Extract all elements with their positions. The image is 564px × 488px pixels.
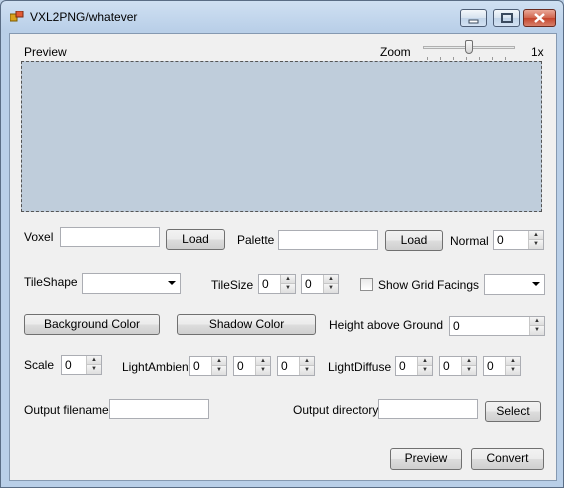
shadow-color-button[interactable]: Shadow Color <box>177 314 316 335</box>
tileshape-dropdown[interactable] <box>82 273 181 294</box>
light-diffuse-b-value[interactable]: 0 <box>487 359 494 373</box>
spin-up-icon[interactable]: ▲ <box>529 231 543 240</box>
palette-load-button[interactable]: Load <box>385 230 443 251</box>
client-area: Preview Zoom 1x Voxel Load Palette Load … <box>9 33 557 481</box>
voxel-input[interactable] <box>60 227 160 247</box>
spin-down-icon[interactable]: ▼ <box>462 366 476 375</box>
select-directory-button[interactable]: Select <box>485 401 541 422</box>
normal-value[interactable]: 0 <box>497 233 504 247</box>
tilesize-width-value[interactable]: 0 <box>262 277 269 291</box>
close-icon <box>534 13 545 23</box>
facings-label: Facings <box>437 278 480 292</box>
tilesize-height-value[interactable]: 0 <box>305 277 312 291</box>
spin-down-icon[interactable]: ▼ <box>281 284 295 293</box>
facings-dropdown[interactable] <box>484 274 545 295</box>
zoom-tick <box>505 57 506 60</box>
chevron-down-icon[interactable] <box>532 282 540 286</box>
spin-up-icon[interactable]: ▲ <box>530 317 544 326</box>
window-title: VXL2PNG/whatever <box>30 10 138 24</box>
scale-label: Scale <box>24 358 55 372</box>
preview-canvas[interactable] <box>21 61 542 212</box>
light-diffuse-r-value[interactable]: 0 <box>399 359 406 373</box>
convert-button[interactable]: Convert <box>471 448 544 470</box>
spin-up-icon[interactable]: ▲ <box>300 357 314 366</box>
zoom-tick <box>466 57 467 60</box>
app-window: VXL2PNG/whatever Preview Zoom 1x Voxel L… <box>0 0 564 488</box>
palette-input[interactable] <box>278 230 378 250</box>
spin-up-icon[interactable]: ▲ <box>506 357 520 366</box>
zoom-tick <box>440 57 441 60</box>
spin-up-icon[interactable]: ▲ <box>212 357 226 366</box>
spin-up-icon[interactable]: ▲ <box>281 275 295 284</box>
light-ambient-r-value[interactable]: 0 <box>193 359 200 373</box>
light-ambient-b-spinner[interactable]: 0 ▲ ▼ <box>277 356 315 376</box>
scale-spinner[interactable]: 0 ▲ ▼ <box>61 355 102 375</box>
show-grid-label[interactable]: Show Grid <box>378 278 434 292</box>
maximize-icon <box>501 13 513 23</box>
light-ambient-b-value[interactable]: 0 <box>281 359 288 373</box>
zoom-tick <box>492 57 493 60</box>
tileshape-label: TileShape <box>24 275 78 289</box>
output-filename-label: Output filename <box>24 403 109 417</box>
output-directory-label: Output directory <box>293 403 379 417</box>
height-above-ground-label: Height above Ground <box>329 318 444 332</box>
light-ambient-r-spinner[interactable]: 0 ▲ ▼ <box>189 356 227 376</box>
light-diffuse-g-spinner[interactable]: 0 ▲ ▼ <box>439 356 477 376</box>
spin-down-icon[interactable]: ▼ <box>256 366 270 375</box>
palette-label: Palette <box>237 233 275 247</box>
background-color-button[interactable]: Background Color <box>24 314 160 335</box>
zoom-label: Zoom <box>380 45 411 59</box>
show-grid-checkbox[interactable] <box>360 278 373 291</box>
spin-down-icon[interactable]: ▼ <box>300 366 314 375</box>
light-diffuse-g-value[interactable]: 0 <box>443 359 450 373</box>
light-ambient-g-spinner[interactable]: 0 ▲ ▼ <box>233 356 271 376</box>
voxel-load-button[interactable]: Load <box>166 229 225 250</box>
height-above-ground-spinner[interactable]: 0 ▲ ▼ <box>449 316 545 336</box>
spin-down-icon[interactable]: ▼ <box>324 284 338 293</box>
light-ambient-label: LightAmbient <box>122 360 193 374</box>
preview-label: Preview <box>24 45 67 59</box>
spin-up-icon[interactable]: ▲ <box>256 357 270 366</box>
spin-up-icon[interactable]: ▲ <box>324 275 338 284</box>
normal-label: Normal <box>450 234 489 248</box>
light-ambient-g-value[interactable]: 0 <box>237 359 244 373</box>
spin-up-icon[interactable]: ▲ <box>462 357 476 366</box>
maximize-button[interactable] <box>493 9 520 27</box>
spin-down-icon[interactable]: ▼ <box>418 366 432 375</box>
spin-down-icon[interactable]: ▼ <box>212 366 226 375</box>
spin-up-icon[interactable]: ▲ <box>87 356 101 365</box>
spin-down-icon[interactable]: ▼ <box>530 326 544 335</box>
scale-value[interactable]: 0 <box>65 358 72 372</box>
zoom-tick <box>453 57 454 60</box>
spin-down-icon[interactable]: ▼ <box>506 366 520 375</box>
chevron-down-icon[interactable] <box>168 281 176 285</box>
height-above-ground-value[interactable]: 0 <box>453 319 460 333</box>
app-icon <box>10 11 24 22</box>
light-diffuse-b-spinner[interactable]: 0 ▲ ▼ <box>483 356 521 376</box>
zoom-tick <box>427 57 428 60</box>
light-diffuse-r-spinner[interactable]: 0 ▲ ▼ <box>395 356 433 376</box>
output-directory-input[interactable] <box>378 399 478 419</box>
tilesize-label: TileSize <box>211 278 254 292</box>
voxel-label: Voxel <box>24 230 54 244</box>
zoom-value: 1x <box>531 45 544 59</box>
tilesize-width-spinner[interactable]: 0 ▲ ▼ <box>258 274 296 294</box>
preview-button[interactable]: Preview <box>390 448 462 470</box>
zoom-slider-thumb[interactable] <box>465 40 473 54</box>
minimize-icon <box>468 19 479 24</box>
tilesize-height-spinner[interactable]: 0 ▲ ▼ <box>301 274 339 294</box>
zoom-tick <box>479 57 480 60</box>
spin-down-icon[interactable]: ▼ <box>529 240 543 249</box>
spin-down-icon[interactable]: ▼ <box>87 365 101 374</box>
normal-spinner[interactable]: 0 ▲ ▼ <box>493 230 544 250</box>
minimize-button[interactable] <box>460 9 487 27</box>
light-diffuse-label: LightDiffuse <box>328 360 392 374</box>
output-filename-input[interactable] <box>109 399 209 419</box>
close-button[interactable] <box>523 9 556 27</box>
title-bar[interactable]: VXL2PNG/whatever <box>1 1 563 33</box>
spin-up-icon[interactable]: ▲ <box>418 357 432 366</box>
